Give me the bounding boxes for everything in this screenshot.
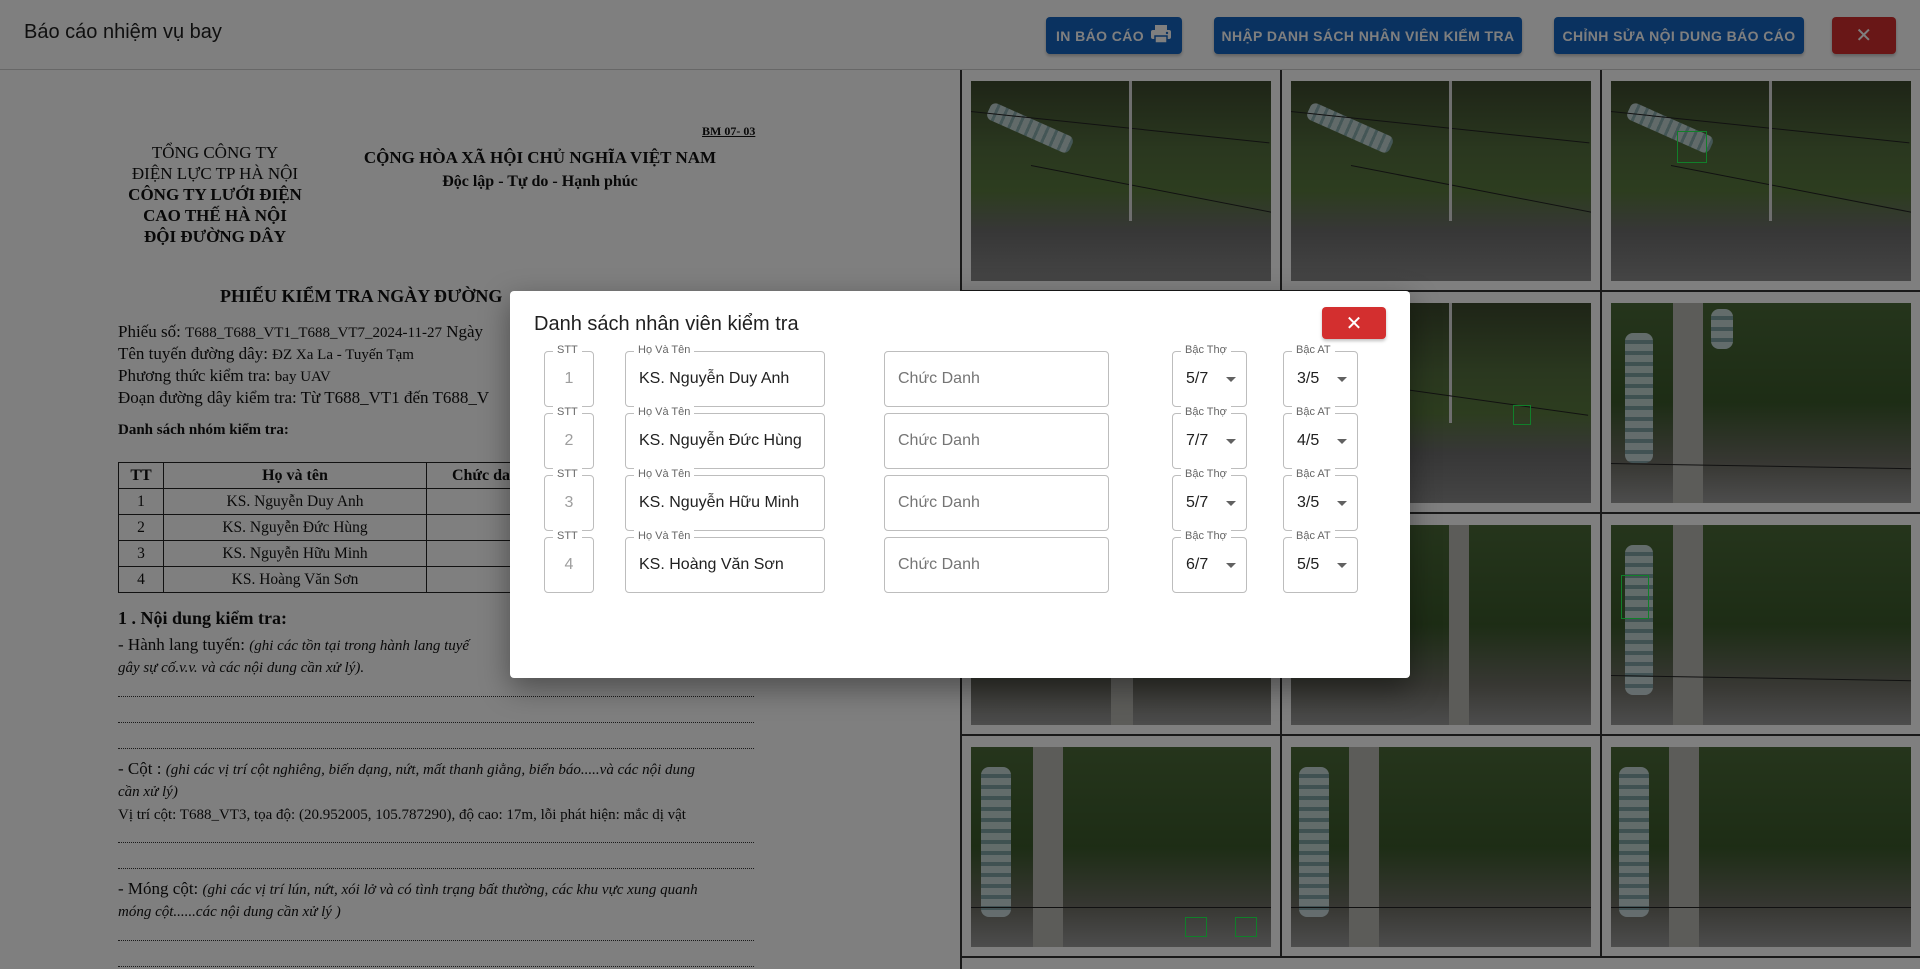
name-label: Họ Và Tên bbox=[634, 530, 695, 542]
safety-grade-value: 3/5 bbox=[1297, 370, 1320, 387]
name-label: Họ Và Tên bbox=[634, 468, 695, 480]
safety-grade-select[interactable]: Bậc AT 3/5 bbox=[1283, 468, 1358, 531]
worker-grade-label: Bậc Thợ bbox=[1181, 406, 1231, 418]
safety-grade-select[interactable]: Bậc AT 4/5 bbox=[1283, 406, 1358, 469]
worker-grade-label: Bậc Thợ bbox=[1181, 530, 1231, 542]
dialog-title: Danh sách nhân viên kiểm tra bbox=[534, 313, 799, 335]
worker-grade-select[interactable]: Bậc Thợ 7/7 bbox=[1172, 406, 1247, 469]
safety-grade-label: Bậc AT bbox=[1292, 406, 1335, 418]
worker-grade-value: 5/7 bbox=[1186, 494, 1209, 511]
safety-grade-label: Bậc AT bbox=[1292, 468, 1335, 480]
name-field[interactable]: Họ Và Tên KS. Nguyễn Đức Hùng bbox=[625, 406, 825, 469]
stt-value: 1 bbox=[564, 370, 574, 387]
stt-field: STT 1 bbox=[544, 344, 594, 407]
dropdown-arrow-icon bbox=[1226, 501, 1236, 506]
position-field[interactable]: Chức Danh bbox=[884, 537, 1109, 593]
name-value: KS. Hoàng Văn Sơn bbox=[639, 556, 784, 573]
position-placeholder: Chức Danh bbox=[898, 494, 980, 511]
worker-grade-label: Bậc Thợ bbox=[1181, 468, 1231, 480]
position-placeholder: Chức Danh bbox=[898, 556, 980, 573]
worker-grade-select[interactable]: Bậc Thợ 5/7 bbox=[1172, 344, 1247, 407]
staff-list-dialog: Danh sách nhân viên kiểm tra ✕ STT 1 Họ Và… bbox=[510, 291, 1410, 678]
safety-grade-label: Bậc AT bbox=[1292, 344, 1335, 356]
position-placeholder: Chức Danh bbox=[898, 370, 980, 387]
stt-label: STT bbox=[553, 344, 582, 356]
stt-value: 3 bbox=[564, 494, 574, 511]
dropdown-arrow-icon bbox=[1337, 377, 1347, 382]
name-label: Họ Và Tên bbox=[634, 406, 695, 418]
stt-label: STT bbox=[553, 468, 582, 480]
worker-grade-value: 5/7 bbox=[1186, 370, 1209, 387]
dropdown-arrow-icon bbox=[1226, 439, 1236, 444]
safety-grade-value: 4/5 bbox=[1297, 432, 1320, 449]
dropdown-arrow-icon bbox=[1226, 377, 1236, 382]
stt-label: STT bbox=[553, 406, 582, 418]
position-field[interactable]: Chức Danh bbox=[884, 351, 1109, 407]
dropdown-arrow-icon bbox=[1337, 563, 1347, 568]
position-field[interactable]: Chức Danh bbox=[884, 413, 1109, 469]
stt-field: STT 3 bbox=[544, 468, 594, 531]
name-field[interactable]: Họ Và Tên KS. Nguyễn Duy Anh bbox=[625, 344, 825, 407]
position-placeholder: Chức Danh bbox=[898, 432, 980, 449]
worker-grade-value: 7/7 bbox=[1186, 432, 1209, 449]
name-value: KS. Nguyễn Duy Anh bbox=[639, 370, 790, 387]
position-field[interactable]: Chức Danh bbox=[884, 475, 1109, 531]
dialog-close-button[interactable]: ✕ bbox=[1322, 307, 1386, 339]
stt-value: 4 bbox=[564, 556, 574, 573]
stt-field: STT 4 bbox=[544, 530, 594, 593]
safety-grade-select[interactable]: Bậc AT 3/5 bbox=[1283, 344, 1358, 407]
worker-grade-label: Bậc Thợ bbox=[1181, 344, 1231, 356]
name-value: KS. Nguyễn Đức Hùng bbox=[639, 432, 802, 449]
safety-grade-label: Bậc AT bbox=[1292, 530, 1335, 542]
worker-grade-value: 6/7 bbox=[1186, 556, 1209, 573]
worker-grade-select[interactable]: Bậc Thợ 6/7 bbox=[1172, 530, 1247, 593]
dropdown-arrow-icon bbox=[1226, 563, 1236, 568]
name-field[interactable]: Họ Và Tên KS. Hoàng Văn Sơn bbox=[625, 530, 825, 593]
safety-grade-value: 3/5 bbox=[1297, 494, 1320, 511]
safety-grade-value: 5/5 bbox=[1297, 556, 1320, 573]
dropdown-arrow-icon bbox=[1337, 501, 1347, 506]
dropdown-arrow-icon bbox=[1337, 439, 1347, 444]
stt-field: STT 2 bbox=[544, 406, 594, 469]
worker-grade-select[interactable]: Bậc Thợ 5/7 bbox=[1172, 468, 1247, 531]
name-label: Họ Và Tên bbox=[634, 344, 695, 356]
stt-value: 2 bbox=[564, 432, 574, 449]
name-field[interactable]: Họ Và Tên KS. Nguyễn Hữu Minh bbox=[625, 468, 825, 531]
close-icon: ✕ bbox=[1345, 312, 1363, 335]
safety-grade-select[interactable]: Bậc AT 5/5 bbox=[1283, 530, 1358, 593]
stt-label: STT bbox=[553, 530, 582, 542]
name-value: KS. Nguyễn Hữu Minh bbox=[639, 494, 800, 511]
